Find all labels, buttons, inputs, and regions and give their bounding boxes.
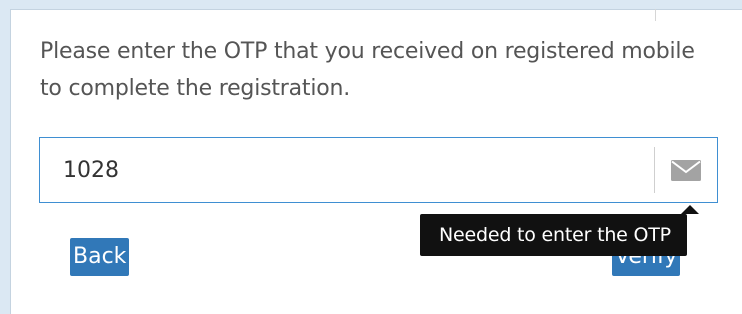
otp-instructions: Please enter the OTP that you received o…	[40, 39, 695, 101]
otp-input[interactable]	[40, 138, 654, 202]
top-divider	[655, 9, 656, 21]
tooltip-arrow	[681, 205, 699, 214]
envelope-icon	[671, 159, 701, 181]
otp-input-group	[39, 137, 718, 203]
otp-tooltip: Needed to enter the OTP	[420, 214, 687, 256]
back-button[interactable]: Back	[70, 238, 130, 276]
otp-addon	[655, 138, 717, 202]
